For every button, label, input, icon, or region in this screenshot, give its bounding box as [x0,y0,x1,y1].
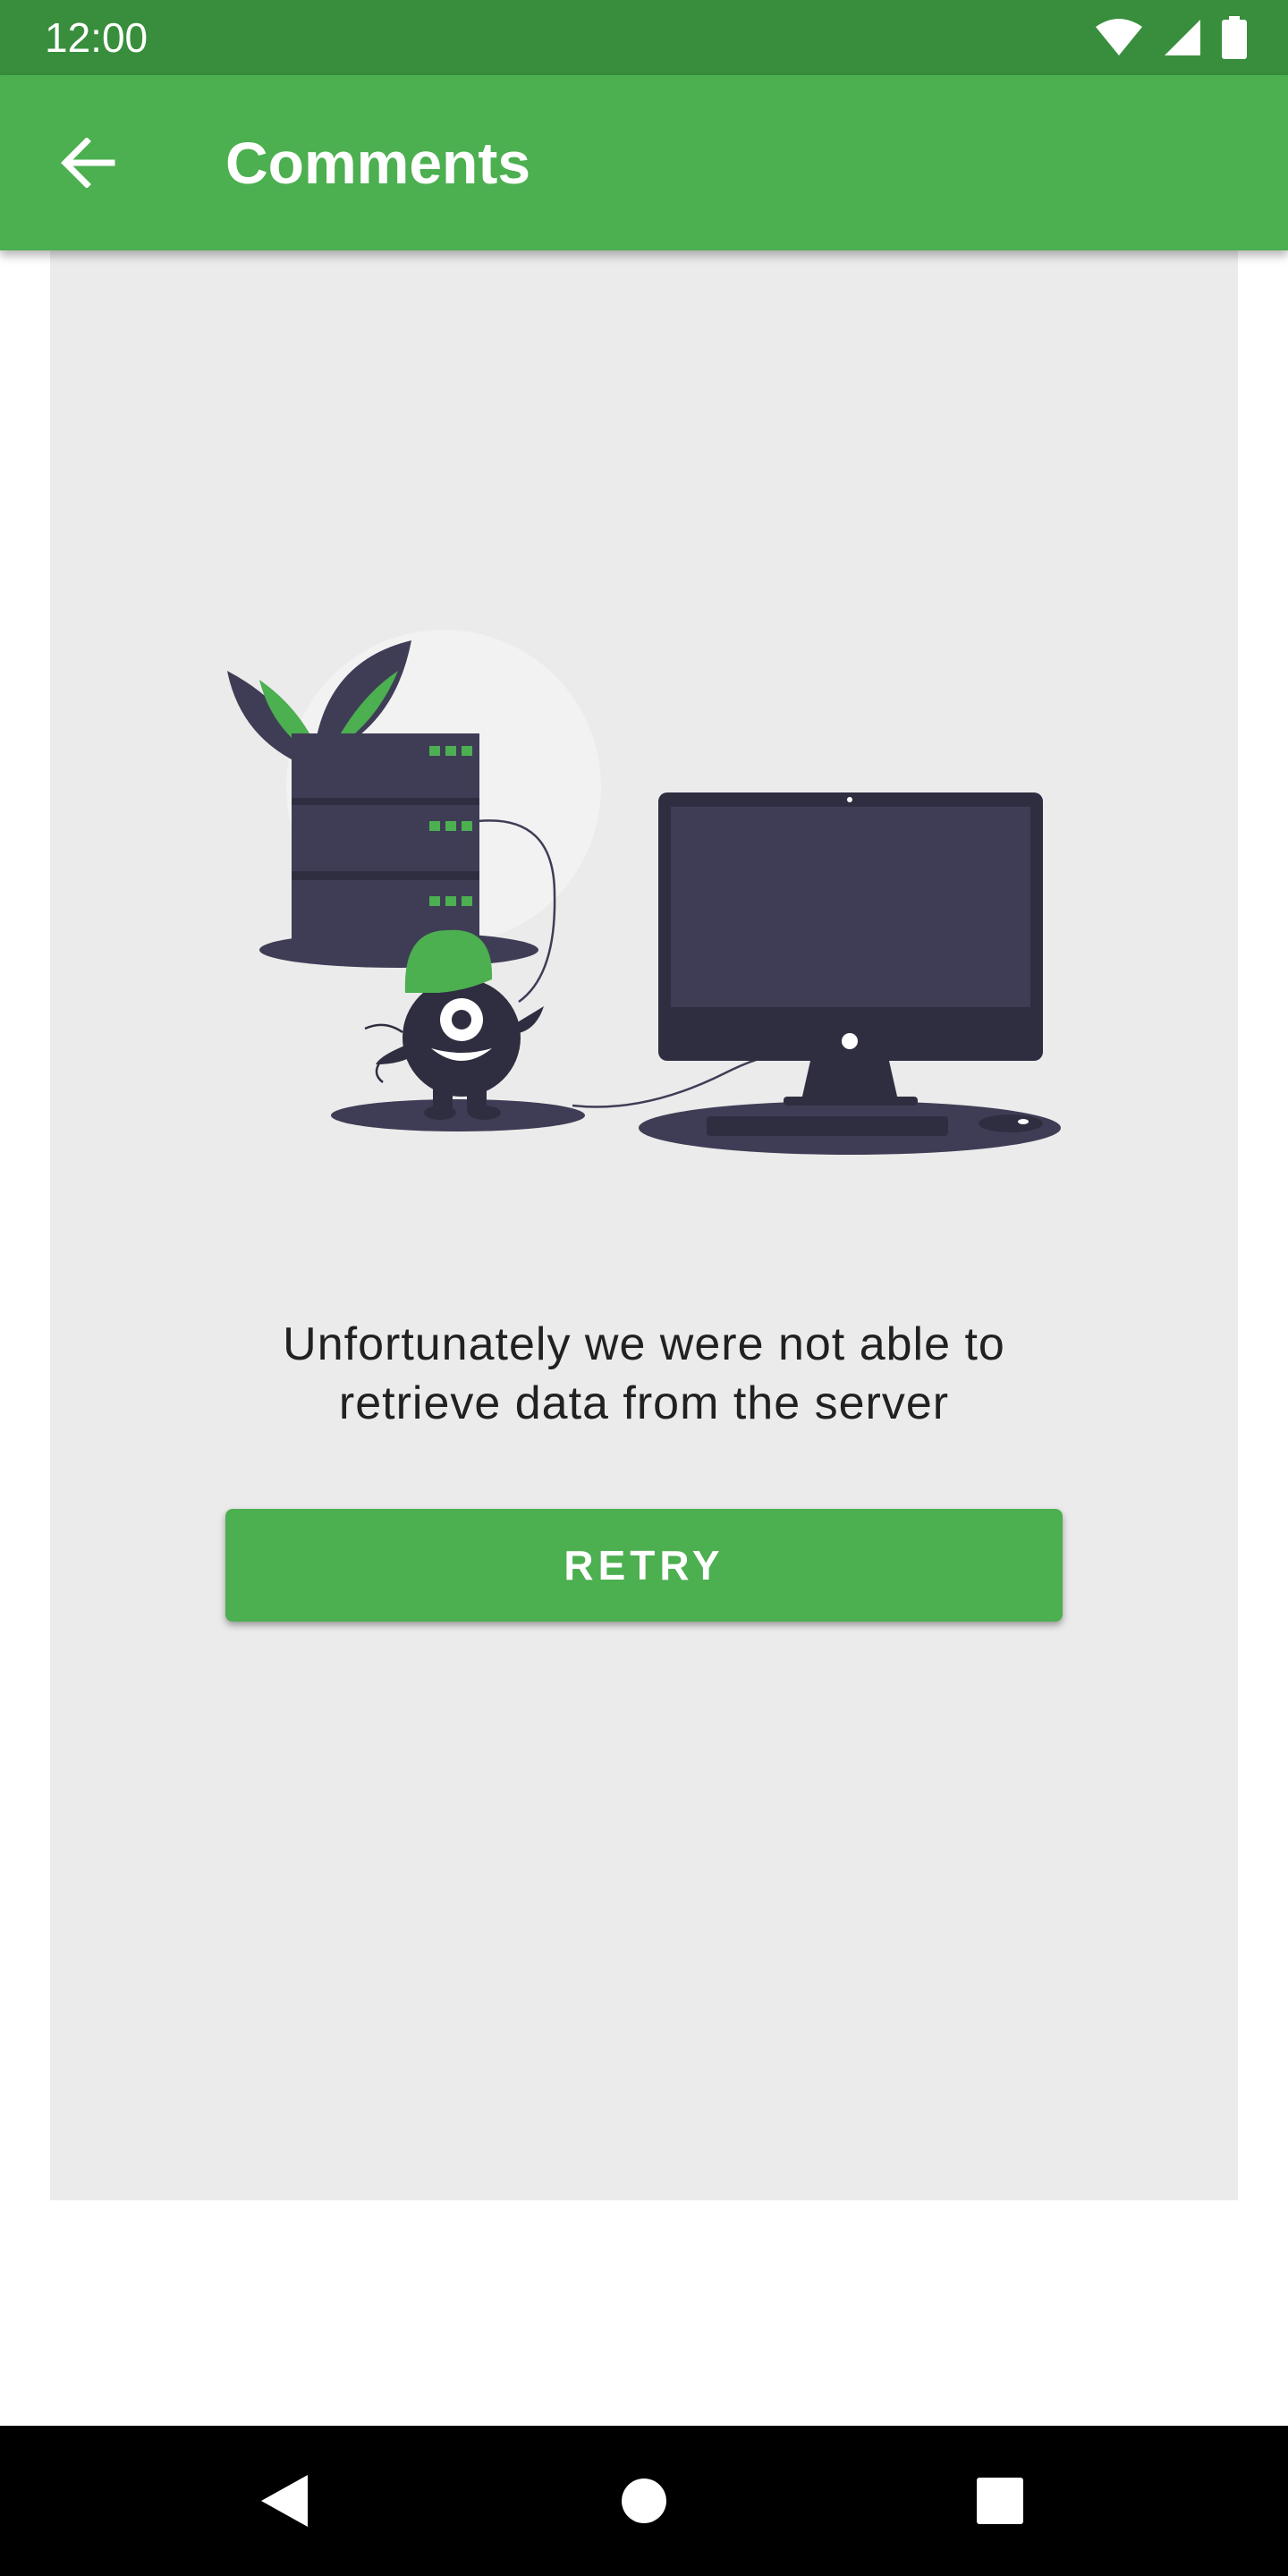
error-message-line-1: Unfortunately we were not able to [283,1318,1005,1370]
retry-label: RETRY [564,1542,724,1589]
page-title: Comments [225,130,531,196]
screen: 12:00 Comments Unfortunately we were not… [0,0,1288,2576]
server-unit-2 [292,805,479,871]
status-bar: 12:00 [0,0,1288,75]
server-unit-1 [292,733,479,798]
wifi-icon [1096,19,1142,55]
mouse [979,1114,1043,1132]
nav-back-icon [261,2475,308,2527]
error-message-line-2: retrieve data from the server [338,1377,950,1429]
retry-button[interactable]: RETRY [225,1509,1063,1622]
signal-icon [1165,20,1200,55]
error-card [50,250,1238,2200]
keyboard [707,1116,948,1136]
monitor-stand [801,1061,898,1100]
nav-recents-icon [977,2478,1023,2524]
status-time: 12:00 [45,14,148,61]
nav-home-icon [622,2479,666,2523]
nav-home-button[interactable] [608,2465,680,2537]
status-icons [1095,16,1247,59]
back-button[interactable] [45,120,131,206]
nav-back-button[interactable] [249,2465,320,2537]
app-bar: Comments [0,75,1288,250]
character-shadow [331,1099,585,1131]
arrow-back-icon [61,138,115,188]
monitor-screen [671,807,1030,1007]
server-down-illustration [227,630,1061,1155]
error-message: Unfortunately we were not able to retrie… [161,1315,1127,1433]
system-nav-bar [0,2426,1288,2576]
nav-recents-button[interactable] [964,2465,1036,2537]
battery-icon [1222,16,1247,59]
